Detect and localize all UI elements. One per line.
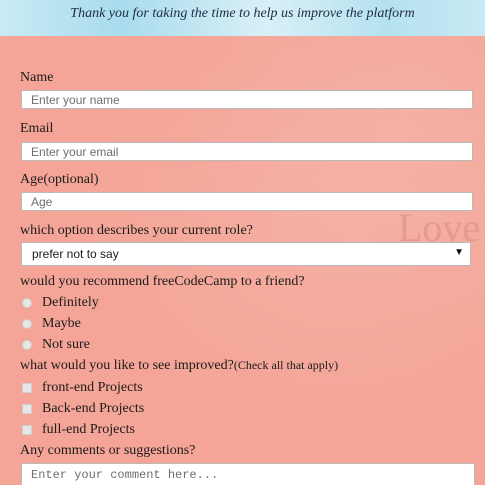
recommend-option-maybe[interactable]: Maybe [22, 315, 81, 333]
improve-label: what would you like to see improved?(Che… [20, 358, 338, 374]
radio-button[interactable] [22, 319, 32, 329]
role-label: which option describes your current role… [20, 223, 253, 238]
recommend-option-not-sure[interactable]: Not sure [22, 336, 90, 354]
checkbox[interactable] [22, 425, 32, 435]
email-input[interactable]: Enter your email [21, 142, 473, 161]
header-subtitle: Thank you for taking the time to help us… [70, 6, 415, 21]
checkbox[interactable] [22, 404, 32, 414]
recommend-label: would you recommend freeCodeCamp to a fr… [20, 274, 305, 289]
header-banner: Thank you for taking the time to help us… [0, 0, 485, 36]
dropdown-arrow-icon: ▼ [454, 247, 464, 258]
recommend-option-label: Not sure [42, 337, 90, 352]
comments-label: Any comments or suggestions? [20, 443, 196, 458]
improve-option-back-end[interactable]: Back-end Projects [22, 400, 144, 418]
role-select[interactable]: prefer not to say ▼ [21, 242, 471, 266]
improve-option-full-end[interactable]: full-end Projects [22, 421, 135, 439]
recommend-option-label: Definitely [42, 295, 99, 310]
comments-textarea[interactable]: Enter your comment here... [21, 463, 475, 485]
age-label: Age(optional) [20, 172, 99, 187]
improve-label-text: what would you like to see improved? [20, 358, 234, 373]
improve-option-front-end[interactable]: front-end Projects [22, 379, 143, 397]
email-label: Email [20, 121, 54, 136]
name-label: Name [20, 70, 54, 85]
survey-page: Thank you for taking the time to help us… [0, 0, 485, 485]
checkbox[interactable] [22, 383, 32, 393]
age-input[interactable]: Age [21, 192, 473, 211]
improve-option-label: front-end Projects [42, 380, 143, 395]
radio-button[interactable] [22, 340, 32, 350]
radio-button[interactable] [22, 298, 32, 308]
role-select-value: prefer not to say [32, 247, 119, 261]
improve-label-note: (Check all that apply) [233, 358, 339, 372]
improve-option-label: full-end Projects [42, 422, 135, 437]
recommend-option-label: Maybe [42, 316, 81, 331]
improve-option-label: Back-end Projects [42, 401, 145, 416]
name-input[interactable]: Enter your name [21, 90, 473, 109]
recommend-option-definitely[interactable]: Definitely [22, 294, 99, 312]
